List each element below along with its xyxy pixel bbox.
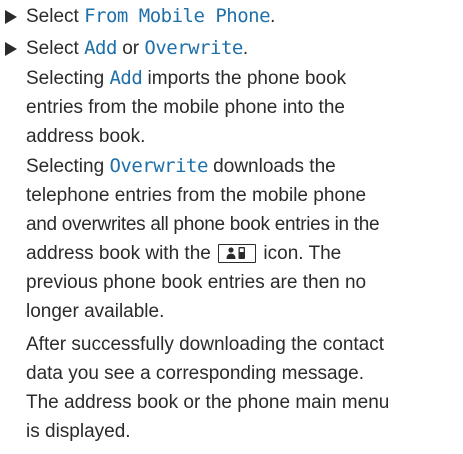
add-line-1: Selecting Add imports the phone book xyxy=(26,64,461,93)
contact-phone-glyph xyxy=(226,247,246,259)
add-explanation: Selecting Add imports the phone book ent… xyxy=(26,64,461,151)
result-line-4: is displayed. xyxy=(26,421,131,442)
add-prefix: Selecting xyxy=(26,68,110,89)
add-highlight: Add xyxy=(109,67,143,89)
step-prefix: Select xyxy=(26,6,85,27)
overwrite-line-3: and overwrites all phone book entries in… xyxy=(26,214,380,235)
result-line-1: After successfully downloading the conta… xyxy=(26,334,385,355)
menu-item-add: Add xyxy=(84,37,117,59)
overwrite-line-2: telephone entries from the mobile phone xyxy=(26,185,367,206)
step-middle: or xyxy=(116,38,145,59)
add-line1-rest: imports the phone book xyxy=(142,68,347,89)
overwrite-line4-before: address book with the xyxy=(26,243,217,264)
step-suffix: . xyxy=(242,38,249,59)
overwrite-explanation: Selecting Overwrite downloads the teleph… xyxy=(26,152,463,326)
overwrite-line-1: Selecting Overwrite downloads the xyxy=(26,152,463,181)
add-line-2: entries from the mobile phone into the xyxy=(26,97,345,118)
result-explanation: After successfully downloading the conta… xyxy=(26,330,461,446)
overwrite-line-4: address book with the icon. The xyxy=(26,239,463,268)
step-prefix: Select xyxy=(26,38,85,59)
menu-item-overwrite: Overwrite xyxy=(144,37,243,59)
step-select-add-or-overwrite: Select Add or Overwrite. xyxy=(4,34,463,63)
result-line-2: data you see a corresponding message. xyxy=(26,363,364,384)
overwrite-line4-after: icon. The xyxy=(258,243,342,264)
contact-phone-icon xyxy=(218,244,257,263)
add-line-3: address book. xyxy=(26,126,146,147)
step-select-from-mobile-phone: Select From Mobile Phone. xyxy=(4,2,463,31)
overwrite-highlight: Overwrite xyxy=(109,155,208,177)
overwrite-line-5: previous phone book entries are then no xyxy=(26,272,367,293)
overwrite-prefix: Selecting xyxy=(26,156,110,177)
overwrite-line-6: longer available. xyxy=(26,301,165,322)
instruction-page: Select From Mobile Phone. Select Add or … xyxy=(0,0,463,454)
step-bullet-icon xyxy=(5,42,17,56)
overwrite-line1-rest: downloads the xyxy=(207,156,336,177)
result-line-3: The address book or the phone main menu xyxy=(26,392,390,413)
menu-item-from-mobile-phone: From Mobile Phone xyxy=(84,5,271,27)
step-suffix: . xyxy=(270,6,276,27)
step-bullet-icon xyxy=(5,10,17,24)
